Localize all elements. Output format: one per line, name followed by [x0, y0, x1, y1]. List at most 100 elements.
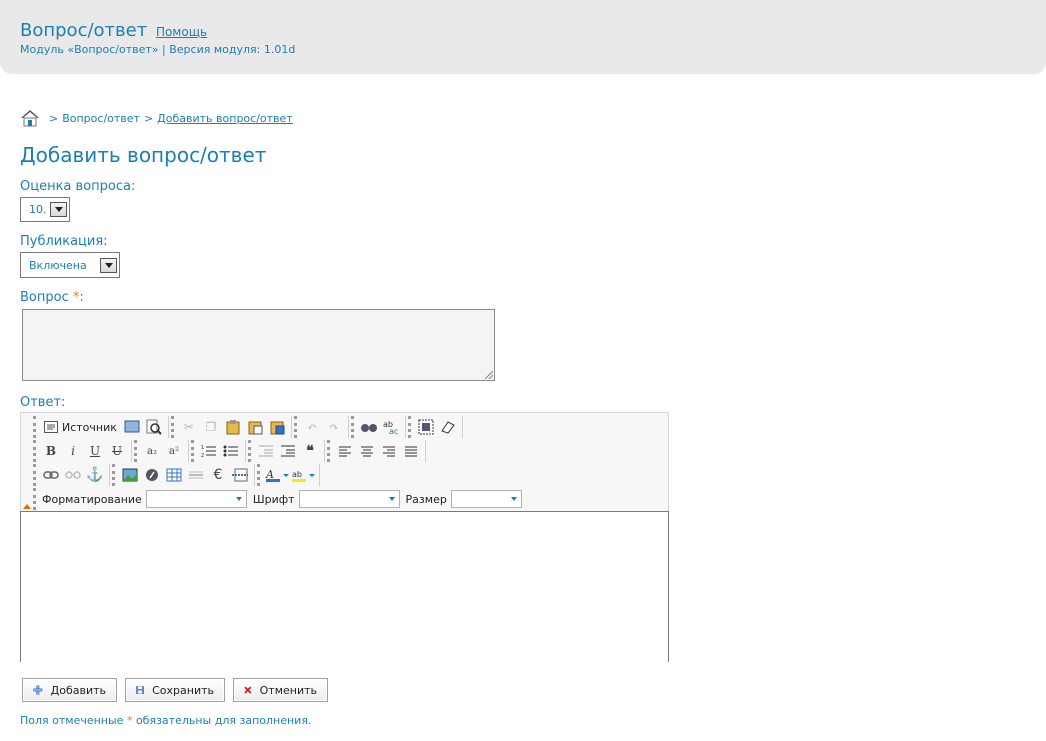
redo-icon[interactable]: ↷: [323, 417, 345, 437]
chevron-down-icon: [50, 202, 67, 217]
strike-button[interactable]: U: [106, 441, 128, 461]
toolbar-row-4: Форматирование Шрифт Размер: [33, 487, 527, 511]
rating-select[interactable]: 10.: [20, 197, 70, 222]
cancel-button[interactable]: Отменить: [233, 678, 328, 702]
paste-text-icon[interactable]: [244, 417, 266, 437]
toolbar-group-clipboard: ✂ ❐: [170, 416, 292, 438]
chevron-down-icon: [386, 491, 399, 507]
publication-value: Включена: [29, 258, 87, 272]
toolbar-group-indent: ❝: [248, 440, 325, 462]
save-button-label: Сохранить: [152, 683, 214, 697]
bullet-list-icon[interactable]: [220, 441, 242, 461]
magnifier-icon: [146, 419, 162, 435]
format-combo[interactable]: [145, 490, 247, 508]
align-justify-icon[interactable]: [400, 441, 422, 461]
question-label-colon: :: [79, 290, 84, 305]
required-note: Поля отмеченные * обязательны для заполн…: [20, 714, 311, 727]
save-button[interactable]: Сохранить: [125, 678, 225, 702]
eraser-icon[interactable]: [437, 417, 459, 437]
breadcrumb-separator: >: [49, 111, 59, 125]
toolbar-group-find: ab ac: [350, 416, 406, 438]
image-icon[interactable]: [119, 465, 141, 485]
align-center-icon[interactable]: [356, 441, 378, 461]
cut-icon[interactable]: ✂: [178, 417, 200, 437]
select-all-icon[interactable]: [415, 417, 437, 437]
bg-color-icon[interactable]: ab: [290, 465, 316, 485]
align-right-icon[interactable]: [378, 441, 400, 461]
svg-text:1: 1: [201, 445, 204, 451]
publication-select[interactable]: Включена: [20, 252, 120, 278]
text-color-icon[interactable]: A: [264, 465, 290, 485]
svg-text:ac: ac: [389, 427, 398, 435]
source-button[interactable]: Источник: [40, 417, 121, 437]
chevron-down-icon: [100, 257, 117, 273]
breadcrumb-item-add[interactable]: Добавить вопрос/ответ: [157, 112, 293, 125]
svg-text:2: 2: [201, 453, 204, 458]
anchor-icon[interactable]: ⚓: [84, 465, 106, 485]
toolbar-group-styles: Форматирование Шрифт Размер: [33, 488, 525, 510]
toolbar-group-source: Источник: [33, 416, 169, 438]
page-header: Вопрос/ответ Помощь Модуль «Вопрос/ответ…: [0, 0, 1046, 74]
toolbar-group-history: ↶ ↷: [293, 416, 349, 438]
toolbar-group-basic-styles: B i U U: [33, 440, 132, 462]
answer-label: Ответ:: [20, 395, 66, 410]
question-label-text: Вопрос: [20, 290, 69, 305]
page-break-icon[interactable]: [229, 465, 251, 485]
toolbar-row-1: Источник ✂ ❐ ↶ ↷ ab ac: [33, 415, 465, 439]
find-icon[interactable]: [358, 417, 380, 437]
answer-edit-area[interactable]: [20, 511, 669, 662]
floppy-icon: [136, 686, 144, 694]
blockquote-icon[interactable]: ❝: [299, 441, 321, 461]
numbered-list-icon[interactable]: 12: [198, 441, 220, 461]
special-char-icon[interactable]: €: [207, 465, 229, 485]
paste-word-icon[interactable]: [266, 417, 288, 437]
format-label: Форматирование: [42, 492, 142, 506]
cancel-button-label: Отменить: [259, 683, 317, 697]
breadcrumb: > Вопрос/ответ > Добавить вопрос/ответ: [20, 108, 293, 128]
toolbar-row-3: ⚓ € A ab: [33, 463, 322, 487]
bold-button[interactable]: B: [40, 441, 62, 461]
question-textarea[interactable]: [22, 309, 495, 381]
font-combo[interactable]: [298, 490, 400, 508]
toolbar-group-align: [327, 440, 426, 462]
italic-button[interactable]: i: [62, 441, 84, 461]
resize-grip-icon[interactable]: [485, 371, 493, 379]
undo-icon[interactable]: ↶: [301, 417, 323, 437]
outdent-icon[interactable]: [255, 441, 277, 461]
home-icon[interactable]: [20, 108, 40, 128]
font-label: Шрифт: [252, 492, 295, 506]
svg-text:ab: ab: [292, 470, 302, 479]
superscript-button[interactable]: a²: [163, 441, 185, 461]
question-label: Вопрос *:: [20, 290, 84, 305]
unlink-icon[interactable]: [62, 465, 84, 485]
align-left-icon[interactable]: [334, 441, 356, 461]
flash-icon[interactable]: [141, 465, 163, 485]
required-star: *: [126, 714, 133, 727]
subscript-button[interactable]: a₂: [141, 441, 163, 461]
paste-icon[interactable]: [222, 417, 244, 437]
print-preview-button[interactable]: [143, 417, 165, 437]
horizontal-rule-icon[interactable]: [185, 465, 207, 485]
source-button-label: Источник: [62, 420, 117, 434]
link-icon[interactable]: [40, 465, 62, 485]
replace-icon[interactable]: ab ac: [380, 417, 402, 437]
module-version: Модуль «Вопрос/ответ» | Версия модуля: 1…: [20, 43, 296, 56]
toolbar-group-colors: A ab: [257, 464, 320, 486]
toolbar-group-scripts: a₂ a²: [134, 440, 189, 462]
copy-icon[interactable]: ❐: [200, 417, 222, 437]
toolbar-group-lists: 12: [191, 440, 246, 462]
chevron-down-icon: [508, 491, 521, 507]
publication-label: Публикация:: [20, 234, 108, 249]
indent-icon[interactable]: [277, 441, 299, 461]
preview-button[interactable]: [121, 417, 143, 437]
underline-button[interactable]: U: [84, 441, 106, 461]
toolbar-group-misc: [407, 416, 463, 438]
add-button[interactable]: Добавить: [22, 678, 117, 702]
table-icon[interactable]: [163, 465, 185, 485]
help-link[interactable]: Помощь: [156, 25, 207, 39]
collapse-toolbar-icon[interactable]: [23, 504, 31, 509]
size-combo[interactable]: [450, 490, 522, 508]
toolbar-row-2: B i U U a₂ a² 12 ❝: [33, 439, 428, 463]
source-icon: [44, 421, 58, 433]
toolbar-group-links: ⚓: [33, 464, 110, 486]
